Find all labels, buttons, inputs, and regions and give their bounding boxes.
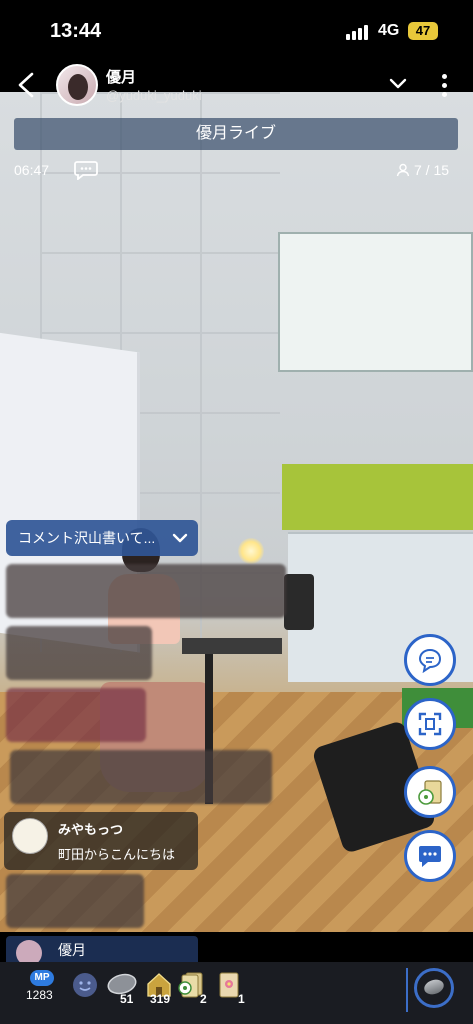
person-icon bbox=[396, 163, 410, 177]
bar-divider bbox=[406, 968, 408, 1012]
commenter-avatar[interactable] bbox=[12, 818, 48, 854]
streamer-name[interactable]: 優月 bbox=[106, 66, 136, 87]
viewer-count: 7 / 15 bbox=[396, 162, 449, 178]
elapsed-time: 06:47 bbox=[14, 162, 50, 178]
blurred-comment bbox=[6, 626, 152, 680]
chevron-left-icon bbox=[18, 72, 34, 98]
smiley-item[interactable] bbox=[70, 970, 100, 1000]
store-directory-sign bbox=[278, 232, 473, 372]
comment-text: 町田からこんにちは bbox=[58, 847, 176, 862]
viewer-count-value: 7 / 15 bbox=[414, 162, 450, 178]
gift-card-icon bbox=[418, 780, 442, 805]
speech-bubble-icon bbox=[74, 161, 98, 181]
network-type: 4G bbox=[378, 22, 400, 39]
blurred-comment bbox=[10, 750, 272, 804]
stage-lamp bbox=[238, 538, 264, 564]
streamer-name-small: 優月 bbox=[58, 942, 86, 958]
coin-count: 51 bbox=[120, 992, 134, 1006]
house-gift-count: 319 bbox=[150, 992, 171, 1006]
blurred-comment bbox=[6, 874, 144, 928]
flower-card-count: 1 bbox=[238, 992, 245, 1006]
speaker bbox=[284, 574, 314, 630]
pinned-comment-label: コメント沢山書いて... bbox=[18, 530, 156, 546]
more-dot-icon bbox=[441, 92, 447, 97]
battery-icon: 47 bbox=[408, 22, 438, 40]
mp-value: 1283 bbox=[26, 988, 53, 1002]
chevron-down-icon bbox=[172, 533, 188, 543]
capture-frame-icon bbox=[418, 712, 442, 736]
item-bar: MP 1283 51 319 2 1 bbox=[0, 962, 473, 1024]
more-dot-icon bbox=[441, 74, 447, 79]
coin-shop-button[interactable] bbox=[414, 968, 454, 1008]
keyboard bbox=[182, 638, 282, 654]
comment-toggle-button[interactable] bbox=[74, 160, 98, 181]
streamer-avatar[interactable] bbox=[56, 64, 98, 106]
chevron-down-icon bbox=[389, 78, 407, 89]
smiley-icon bbox=[73, 973, 97, 997]
mp-badge: MP bbox=[30, 970, 54, 986]
streamer-handle: @yuduki_yuduki bbox=[106, 88, 202, 103]
collapse-button[interactable] bbox=[388, 76, 408, 92]
pinned-comment-dropdown[interactable]: コメント沢山書いて... bbox=[6, 520, 198, 556]
clock: 13:44 bbox=[50, 20, 102, 42]
stream-header: 優月 @yuduki_yuduki bbox=[0, 60, 473, 110]
more-dot-icon bbox=[441, 83, 447, 88]
comment-item: みやもっつ 町田からこんにちは bbox=[4, 812, 198, 870]
commenter-name: みやもっつ bbox=[58, 822, 124, 837]
blurred-comment bbox=[6, 564, 286, 618]
gift-button[interactable] bbox=[404, 766, 456, 818]
card-stack-count: 2 bbox=[200, 992, 207, 1006]
screenshot-button[interactable] bbox=[404, 698, 456, 750]
more-options-button[interactable] bbox=[438, 72, 450, 98]
store-banner bbox=[282, 464, 473, 530]
status-bar: 13:44 4G 47 bbox=[0, 0, 473, 60]
back-button[interactable] bbox=[14, 70, 40, 100]
chat-input-button[interactable] bbox=[404, 830, 456, 882]
chat-bubble-icon bbox=[418, 648, 442, 673]
blurred-comment bbox=[6, 688, 146, 742]
streamer-strip: 優月 bbox=[6, 936, 198, 966]
live-video-stream[interactable] bbox=[0, 92, 473, 932]
live-title: 優月ライブ bbox=[14, 118, 458, 150]
reaction-button[interactable] bbox=[404, 634, 456, 686]
comment-icon bbox=[419, 846, 441, 867]
signal-icon bbox=[346, 24, 372, 40]
